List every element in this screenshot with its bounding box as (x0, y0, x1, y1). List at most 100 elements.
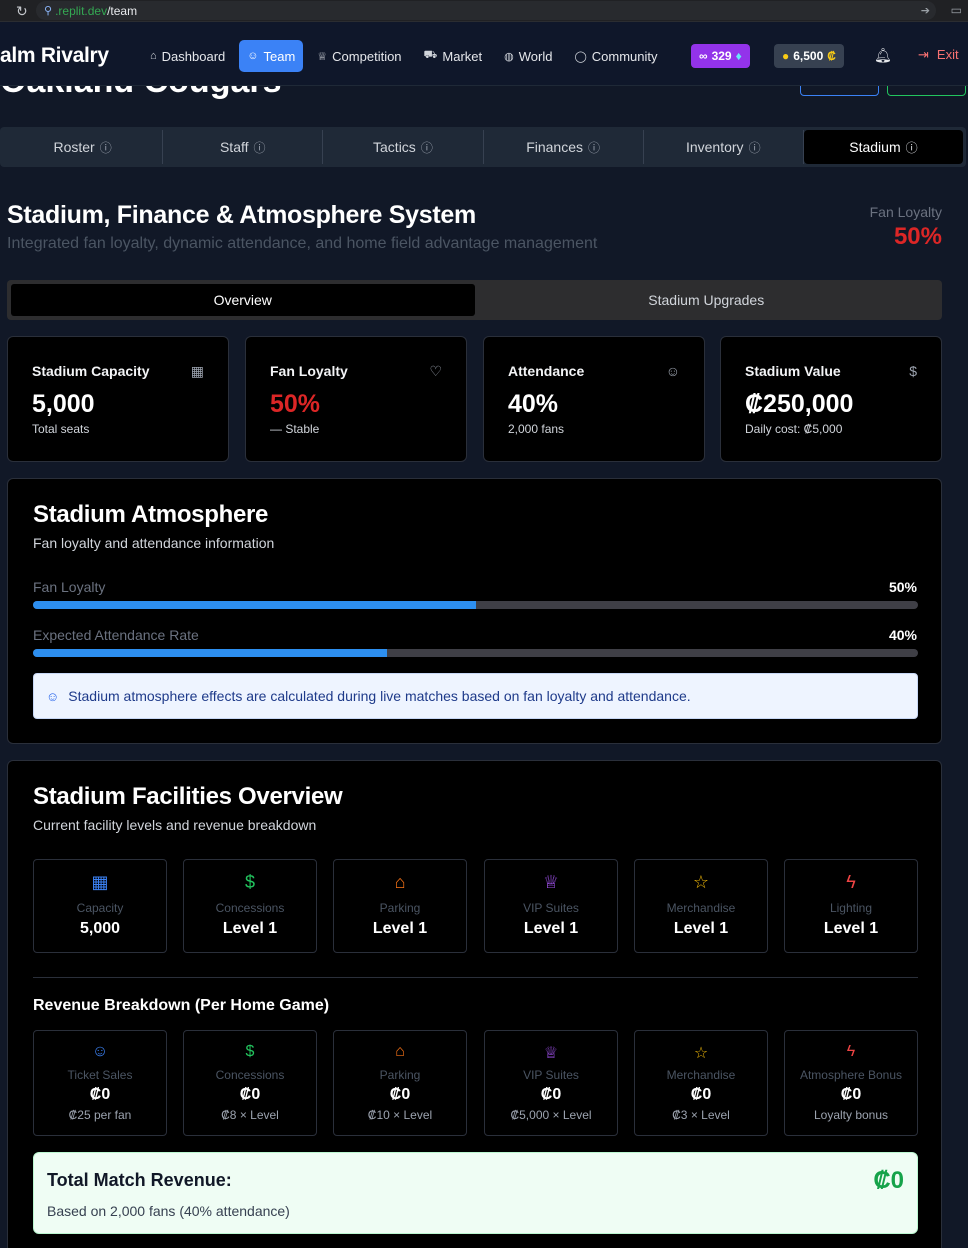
facility-name: Parking (379, 901, 421, 915)
attendance-progress (33, 649, 918, 657)
nav-team[interactable]: ☺ Team (239, 40, 304, 72)
tab-label: Staff (219, 139, 249, 155)
revenue-merchandise: ☆ Merchandise ₡0 ₡3 × Level (634, 1030, 768, 1136)
revenue-value: ₡0 (89, 1086, 111, 1103)
home-icon: ⌂ (394, 872, 406, 892)
revenue-name: Merchandise (666, 1068, 736, 1082)
fan-loyalty-value: 50% (893, 223, 942, 250)
total-revenue-box: Total Match Revenue: Based on 2,000 fans… (33, 1152, 918, 1234)
tab-roster[interactable]: Roster ⓘ (3, 130, 164, 164)
link-icon: ∞ (699, 49, 708, 63)
nav-market[interactable]: ⛟ Market (416, 40, 491, 72)
revenue-note: ₡10 × Level (367, 1108, 433, 1122)
star-icon: ☆ (692, 872, 710, 892)
screen-icon[interactable]: ▭ (951, 3, 962, 17)
revenue-name: VIP Suites (523, 1068, 579, 1082)
dollar-icon: $ (909, 363, 917, 379)
page-subtitle: Integrated fan loyalty, dynamic attendan… (7, 235, 598, 252)
bell-icon[interactable]: 🔔︎ (874, 47, 892, 64)
divider (33, 977, 918, 978)
brand-title[interactable]: alm Rivalry (0, 44, 109, 68)
tab-finances[interactable]: Finances ⓘ (484, 130, 644, 164)
facility-name: VIP Suites (523, 901, 579, 915)
forward-icon[interactable]: ➔ (921, 4, 930, 17)
team-name: Oakland Cougars (0, 86, 282, 101)
tab-inventory[interactable]: Inventory ⓘ (644, 130, 804, 164)
facility-value: Level 1 (823, 920, 879, 937)
reload-icon[interactable]: ↻ (16, 4, 30, 18)
tab-overview[interactable]: Overview (11, 284, 475, 316)
cart-icon: ⛟ (423, 49, 438, 61)
atmosphere-panel: Stadium Atmosphere Fan loyalty and atten… (7, 478, 942, 744)
site-info-icon[interactable]: ⚲ (44, 4, 52, 17)
gems-badge[interactable]: ∞ 329 ♦ (691, 44, 750, 68)
revenue-parking: ⌂ Parking ₡0 ₡10 × Level (333, 1030, 467, 1136)
help-icon[interactable]: ⓘ (588, 139, 600, 156)
help-icon[interactable]: ⓘ (749, 139, 761, 156)
atmosphere-title: Stadium Atmosphere (33, 501, 269, 528)
revenue-note: ₡25 per fan (68, 1108, 132, 1122)
revenue-name: Parking (379, 1068, 421, 1082)
help-icon[interactable]: ⓘ (100, 139, 112, 156)
home-icon: ⌂ (395, 1043, 405, 1060)
revenue-value: ₡0 (840, 1086, 862, 1103)
help-icon[interactable]: ⓘ (906, 139, 918, 156)
gems-count: 329 (711, 49, 732, 63)
revenue-name: Concessions (215, 1068, 285, 1082)
coins-icon: ● (782, 49, 790, 63)
coins-badge[interactable]: ● 6,500 ₡ (774, 44, 844, 68)
tab-label: Tactics (373, 139, 416, 155)
dollar-icon: $ (245, 1043, 255, 1060)
tab-staff[interactable]: Staff ⓘ (163, 130, 324, 164)
fan-loyalty-bar-label: Fan Loyalty (33, 579, 106, 595)
atmosphere-subtitle: Fan loyalty and attendance information (33, 535, 275, 551)
tab-tactics[interactable]: Tactics ⓘ (323, 130, 484, 164)
nav-label: Market (442, 48, 483, 64)
nav-world[interactable]: ◍ World (496, 40, 560, 72)
progress-fill (33, 649, 387, 657)
attendance-bar-value: 40% (888, 627, 917, 643)
exit-button[interactable]: ⇥ Exit (918, 47, 959, 63)
nav-label: World (518, 48, 553, 64)
facility-value: Level 1 (523, 920, 579, 937)
building-icon: ▦ (91, 872, 109, 892)
tab-stadium[interactable]: Stadium ⓘ (803, 130, 964, 164)
attendance-bar-label: Expected Attendance Rate (33, 627, 199, 643)
stat-label: Stadium Capacity (32, 363, 150, 379)
facility-value: Level 1 (673, 920, 729, 937)
stat-label: Fan Loyalty (270, 363, 348, 379)
stat-label: Attendance (508, 363, 585, 379)
main-nav: ⌂ Dashboard ☺ Team ♕ Competition ⛟ Market ◍ W… (142, 40, 666, 72)
facility-parking: ⌂ Parking Level 1 (333, 859, 467, 953)
tab-label: Stadium (849, 139, 901, 155)
home-icon: ⌂ (150, 50, 157, 62)
revenue-value: ₡0 (389, 1086, 411, 1103)
revenue-name: Atmosphere Bonus (799, 1068, 903, 1082)
help-icon[interactable]: ⓘ (421, 139, 433, 156)
address-bar[interactable]: ⚲ .replit.dev /team ➔ (36, 1, 936, 20)
team-action-button[interactable] (887, 86, 966, 96)
fan-loyalty-bar-value: 50% (888, 579, 917, 595)
team-action-button[interactable] (800, 86, 879, 96)
nav-community[interactable]: ◯ Community (566, 40, 665, 72)
info-text: Stadium atmosphere effects are calculate… (68, 688, 691, 704)
bolt-icon: ϟ (846, 872, 856, 892)
browser-toolbar: ↻ ⚲ .replit.dev /team ➔ ▭ (0, 0, 968, 22)
stat-label: Stadium Value (745, 363, 841, 379)
url-path: /team (107, 3, 138, 18)
stat-sub: — Stable (270, 422, 320, 436)
nav-competition[interactable]: ♕ Competition (309, 40, 409, 72)
facility-value: Level 1 (372, 920, 428, 937)
gem-icon: ♦ (735, 49, 742, 63)
facility-concessions: $ Concessions Level 1 (183, 859, 317, 953)
tab-stadium-upgrades[interactable]: Stadium Upgrades (475, 284, 939, 316)
team-tabs: Roster ⓘ Staff ⓘ Tactics ⓘ Finances ⓘ Invent… (0, 127, 966, 167)
facilities-panel: Stadium Facilities Overview Current faci… (7, 760, 942, 1248)
help-icon[interactable]: ⓘ (254, 139, 266, 156)
fan-loyalty-progress (33, 601, 918, 609)
revenue-note: ₡3 × Level (672, 1108, 730, 1122)
dollar-icon: $ (244, 872, 255, 892)
users-icon: ☺ (91, 1043, 109, 1060)
nav-dashboard[interactable]: ⌂ Dashboard (142, 40, 233, 72)
trophy-icon: ♕ (542, 872, 560, 892)
